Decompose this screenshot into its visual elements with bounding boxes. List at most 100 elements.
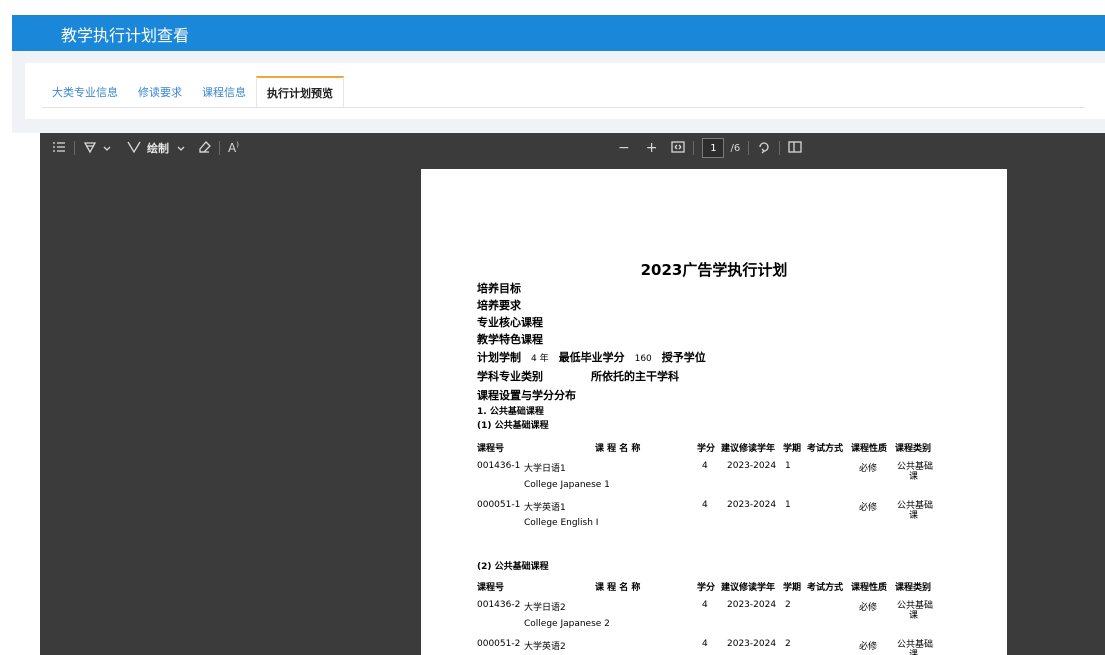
- table-row: 000051-2 大学英语2 4 2023-2024 2 必修 公共基础 课: [477, 639, 957, 655]
- col-category: 课程类别: [895, 583, 932, 593]
- course-term: 1: [785, 500, 791, 510]
- course-year: 2023-2024: [727, 500, 777, 510]
- table-row-en: College Japanese 2: [477, 619, 957, 633]
- course-year: 2023-2024: [727, 600, 777, 610]
- table-row-en: College English Ⅰ: [477, 518, 957, 532]
- read-aloud-icon[interactable]: A): [228, 141, 239, 155]
- chevron-down-icon[interactable]: [103, 142, 111, 155]
- tab-card: 大类专业信息 修读要求 课程信息 执行计划预览: [25, 63, 1105, 119]
- col-category: 课程类别: [895, 444, 932, 454]
- course-name-en: College Japanese 1: [524, 480, 610, 490]
- subgroup-heading: (2) 公共基础课程: [477, 562, 549, 572]
- tab-plan-preview[interactable]: 执行计划预览: [256, 76, 344, 108]
- section-core-courses: 专业核心课程: [477, 316, 543, 329]
- course-term: 2: [785, 639, 791, 649]
- draw-icon[interactable]: [127, 140, 141, 157]
- course-name-en: College Japanese 2: [524, 619, 610, 629]
- col-nature: 课程性质: [851, 444, 888, 454]
- section-training-goal: 培养目标: [477, 282, 521, 295]
- col-year: 建议修读学年: [721, 444, 776, 454]
- col-year: 建议修读学年: [721, 583, 776, 593]
- toolbar-separator: [779, 141, 781, 155]
- table-header: 课程号 课 程 名 称 学分 建议修读学年 学期 考试方式 课程性质 课程类别: [477, 580, 957, 594]
- course-code: 001436-2: [477, 600, 521, 610]
- page-total: /6: [730, 142, 741, 154]
- draw-label[interactable]: 绘制: [147, 140, 169, 156]
- rotate-icon[interactable]: [757, 140, 771, 157]
- category-label: 学科专业类别: [477, 370, 543, 383]
- toolbar-center-group: − + 1 /6: [618, 133, 802, 163]
- read-aloud-label: A: [228, 141, 237, 155]
- course-credit: 4: [702, 500, 708, 510]
- col-credit: 学分: [697, 444, 716, 454]
- tab-major-info[interactable]: 大类专业信息: [42, 76, 128, 108]
- pdf-page: 2023广告学执行计划 培养目标 培养要求 专业核心课程 教学特色课程 计划学制…: [421, 169, 1007, 655]
- col-nature: 课程性质: [851, 583, 888, 593]
- highlight-icon[interactable]: [83, 140, 97, 157]
- tab-study-requirements[interactable]: 修读要求: [128, 76, 192, 108]
- zoom-in-icon[interactable]: +: [646, 140, 658, 156]
- course-code: 000051-1: [477, 500, 521, 510]
- course-nature: 必修: [859, 503, 878, 513]
- eraser-icon[interactable]: [197, 140, 211, 157]
- page-title: 教学执行计划查看: [61, 26, 190, 45]
- table-row: 001436-1 大学日语1 4 2023-2024 1 必修 公共基础 课: [477, 461, 957, 482]
- group-heading: 1. 公共基础课程: [477, 407, 544, 417]
- page-number-input[interactable]: 1: [702, 138, 725, 158]
- plan-years-value: 4 年: [531, 354, 549, 364]
- col-code: 课程号: [477, 583, 505, 593]
- distribution-heading: 课程设置与学分分布: [477, 389, 576, 402]
- course-credit: 4: [702, 461, 708, 471]
- table-row: 001436-2 大学日语2 4 2023-2024 2 必修 公共基础 课: [477, 600, 957, 621]
- table-row-en: College Japanese 1: [477, 480, 957, 494]
- course-nature: 必修: [859, 464, 878, 474]
- toolbar-separator: [219, 141, 220, 155]
- col-name: 课 程 名 称: [595, 444, 641, 454]
- course-code: 001436-1: [477, 461, 521, 471]
- col-code: 课程号: [477, 444, 505, 454]
- col-exam: 考试方式: [807, 583, 844, 593]
- tab-course-info[interactable]: 课程信息: [192, 76, 256, 108]
- course-name: 大学英语1: [524, 503, 566, 513]
- list-icon[interactable]: [52, 141, 66, 156]
- min-credits-value: 160: [634, 354, 652, 364]
- zoom-out-icon[interactable]: −: [618, 140, 630, 156]
- toolbar-separator: [748, 141, 750, 155]
- tab-bar: 大类专业信息 修读要求 课程信息 执行计划预览: [42, 76, 344, 108]
- course-name-en: College English Ⅰ: [524, 518, 599, 528]
- col-term: 学期: [783, 444, 802, 454]
- table-header: 课程号 课 程 名 称 学分 建议修读学年 学期 考试方式 课程性质 课程类别: [477, 441, 957, 455]
- app-header: 教学执行计划查看: [12, 15, 1105, 51]
- course-code: 000051-2: [477, 639, 521, 649]
- pdf-viewer: 绘制 A) − + 1 /6 2023广告学执行计划 培养目标 培养要求 专业核…: [40, 133, 1105, 655]
- page-view-icon[interactable]: [788, 140, 802, 156]
- course-year: 2023-2024: [727, 639, 777, 649]
- course-name: 大学日语1: [524, 464, 566, 474]
- document-title: 2023广告学执行计划: [640, 261, 788, 279]
- fit-page-icon[interactable]: [671, 140, 686, 156]
- col-term: 学期: [783, 583, 802, 593]
- course-term: 1: [785, 461, 791, 471]
- course-name: 大学日语2: [524, 603, 566, 613]
- toolbar-separator: [693, 141, 695, 155]
- col-credit: 学分: [697, 583, 716, 593]
- tab-divider: [42, 107, 1085, 108]
- degree-label: 授予学位: [661, 351, 706, 364]
- min-credits-label: 最低毕业学分: [558, 351, 625, 364]
- toolbar-left-group: 绘制 A): [52, 133, 239, 163]
- course-year: 2023-2024: [727, 461, 777, 471]
- course-name: 大学英语2: [524, 642, 566, 652]
- course-term: 2: [785, 600, 791, 610]
- subgroup-heading: (1) 公共基础课程: [477, 421, 549, 431]
- plan-years-label: 计划学制: [477, 351, 521, 364]
- pdf-toolbar: 绘制 A) − + 1 /6: [40, 133, 1105, 163]
- chevron-down-icon[interactable]: [177, 142, 185, 155]
- toolbar-separator: [74, 141, 75, 155]
- course-credit: 4: [702, 600, 708, 610]
- col-name: 课 程 名 称: [595, 583, 641, 593]
- subject-info-line: 学科专业类别 所依托的主干学科: [477, 368, 679, 384]
- section-training-requirements: 培养要求: [477, 299, 521, 312]
- plan-info-line: 计划学制 4 年最低毕业学分 160 授予学位: [477, 349, 706, 365]
- table-row: 000051-1 大学英语1 4 2023-2024 1 必修 公共基础 课: [477, 500, 957, 521]
- course-nature: 必修: [859, 642, 878, 652]
